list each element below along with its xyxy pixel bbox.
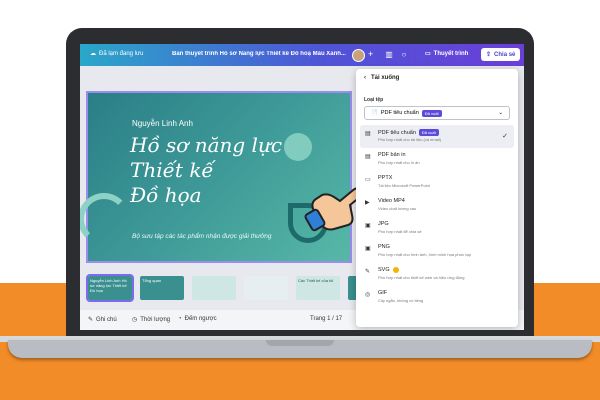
save-status[interactable]: ☁ Đã lạm đang lưu [90,50,144,58]
present-label: Thuyết trình [433,50,469,57]
option-pdf-standard[interactable]: ▤ PDF tiêu chuẩn Đã xuất Phù hợp nhất ch… [360,125,514,148]
chevron-left-icon: ‹ [364,75,366,81]
share-button[interactable]: ⇪ Chia sẻ [481,48,521,61]
option-title: JPG [378,221,389,227]
option-title: PDF bản in [378,152,406,158]
cloud-icon: ☁ [90,51,96,57]
pdf-print-icon: ▤ [365,154,371,160]
timer-label: Thời lượng [140,316,171,323]
back-button[interactable]: ‹ Tải xuống [364,75,399,81]
app-screen: ☁ Đã lạm đang lưu Bản thuyết trình Hồ sơ… [80,44,524,330]
share-label: Chia sẻ [494,51,516,58]
option-jpg[interactable]: ▣ JPG Phù hợp nhất để chia sẻ [360,217,514,240]
slide-author: Nguyễn Linh Anh [132,119,193,128]
video-icon: ▶ [365,200,370,206]
laptop-notch [266,340,334,346]
option-title: SVG [378,267,390,273]
option-desc: Video chất lượng cao [378,206,417,211]
chevron-down-icon: ⌄ [498,110,503,116]
option-desc: Phù hợp nhất cho hình ảnh, hình minh họa… [378,252,471,257]
option-title: PPTX [378,175,393,181]
option-desc: Phù hợp nhất cho thiết kế web và hiệu ứn… [378,275,465,280]
notes-icon: ✎ [88,317,94,323]
notes-label: Ghi chú [96,316,117,323]
select-value: PDF tiêu chuẩn [380,110,419,116]
page-label: Trang 1 / 17 [310,316,343,322]
add-collaborator-button[interactable]: + [368,49,373,59]
file-type-select[interactable]: 📄 PDF tiêu chuẩn Đã xuất ⌄ [364,106,510,120]
slide-title: Hồ sơ năng lực Thiết kế Đồ họa [130,133,282,208]
pointing-hand-icon [304,187,363,232]
selected-badge: Đã xuất [421,109,442,117]
option-desc: Phù hợp nhất cho tài liệu (và email) [378,137,442,142]
page-indicator[interactable]: Trang 1 / 17 [310,316,342,322]
option-desc: Tài liệu Microsoft PowerPoint [378,183,430,188]
countdown-button[interactable]: ◔ Đếm ngược [178,316,217,322]
option-title: Video MP4 [378,198,405,204]
option-desc: Clip ngắn, không có tiếng [378,298,424,303]
avatar[interactable] [352,49,365,62]
clock-icon: ◷ [132,317,138,323]
present-icon: ▭ [425,51,431,57]
checkmark-icon: ✓ [502,133,508,140]
option-svg[interactable]: ✎ SVG Phù hợp nhất cho thiết kế web và h… [360,263,514,286]
top-toolbar: ☁ Đã lạm đang lưu Bản thuyết trình Hồ sơ… [80,44,524,66]
file-type-menu: ▤ PDF tiêu chuẩn Đã xuất Phù hợp nhất ch… [360,125,514,309]
decorative-arc [80,193,130,245]
option-badge: Đã xuất [418,129,439,136]
vector-icon: ✎ [365,269,371,275]
document-title[interactable]: Bản thuyết trình Hồ sơ Năng lực Thiết kế… [172,51,372,57]
pdf-icon: ▤ [365,131,371,137]
save-status-label: Đã lạm đang lưu [99,50,144,57]
image-icon: ▣ [365,246,371,252]
option-title: PDF tiêu chuẩn [378,129,416,136]
slide-title-line-3: Đồ họa [130,183,202,207]
option-pdf-print[interactable]: ▤ PDF bản in Phù hợp nhất cho in ấn [360,148,514,171]
timer-button[interactable]: ◷ Thời lượng [132,316,171,324]
slide-canvas[interactable]: Nguyễn Linh Anh Hồ sơ năng lực Thiết kế … [80,91,363,263]
option-desc: Phù hợp nhất cho in ấn [378,160,420,165]
download-title: Tải xuống [371,75,400,81]
premium-crown-icon [392,267,399,273]
option-title: GIF [378,290,388,296]
countdown-icon: ◔ [178,316,182,322]
notes-button[interactable]: ✎ Ghi chú [88,316,117,324]
present-button[interactable]: ▭ Thuyết trình [425,50,469,58]
option-gif[interactable]: ◎ GIF Clip ngắn, không có tiếng [360,286,514,309]
slide-thumbnail[interactable]: Các Thiết kế của tôi [296,276,340,300]
slide-thumbnail[interactable] [192,276,236,300]
share-icon: ⇪ [486,52,492,58]
file-icon: 📄 [371,110,378,116]
option-pptx[interactable]: ▭ PPTX Tài liệu Microsoft PowerPoint [360,171,514,194]
slide-thumbnail[interactable]: Nguyễn Linh Anh Hồ sơ năng lực Thiết kế … [86,274,134,302]
file-type-label: Loại tệp [364,97,384,103]
option-desc: Phù hợp nhất để chia sẻ [378,229,422,234]
decorative-circle [284,133,312,161]
comment-icon[interactable]: ○ [398,49,410,61]
chart-icon[interactable]: ▥ [383,49,395,61]
option-mp4[interactable]: ▶ Video MP4 Video chất lượng cao [360,194,514,217]
slide-subtitle: Bộ sưu tập các tác phẩm nhận được giải t… [132,233,272,240]
option-title: PNG [378,244,390,250]
presentation-icon: ▭ [365,177,371,183]
slide-title-line-2: Thiết kế [130,158,214,182]
option-png[interactable]: ▣ PNG Phù hợp nhất cho hình ảnh, hình mi… [360,240,514,263]
image-icon: ▣ [365,223,371,229]
countdown-label: Đếm ngược [184,316,217,322]
option-title-wrap: SVG [378,267,399,273]
laptop-base [8,340,592,358]
slide-thumbnail[interactable]: Tổng quan [140,276,184,300]
option-title-wrap: PDF tiêu chuẩn Đã xuất [378,129,439,136]
gif-icon: ◎ [365,292,371,298]
slide-title-line-1: Hồ sơ năng lực [130,133,283,157]
download-panel: ‹ Tải xuống Loại tệp 📄 PDF tiêu chuẩn Đã… [356,69,518,327]
slide-thumbnail[interactable] [244,276,288,300]
